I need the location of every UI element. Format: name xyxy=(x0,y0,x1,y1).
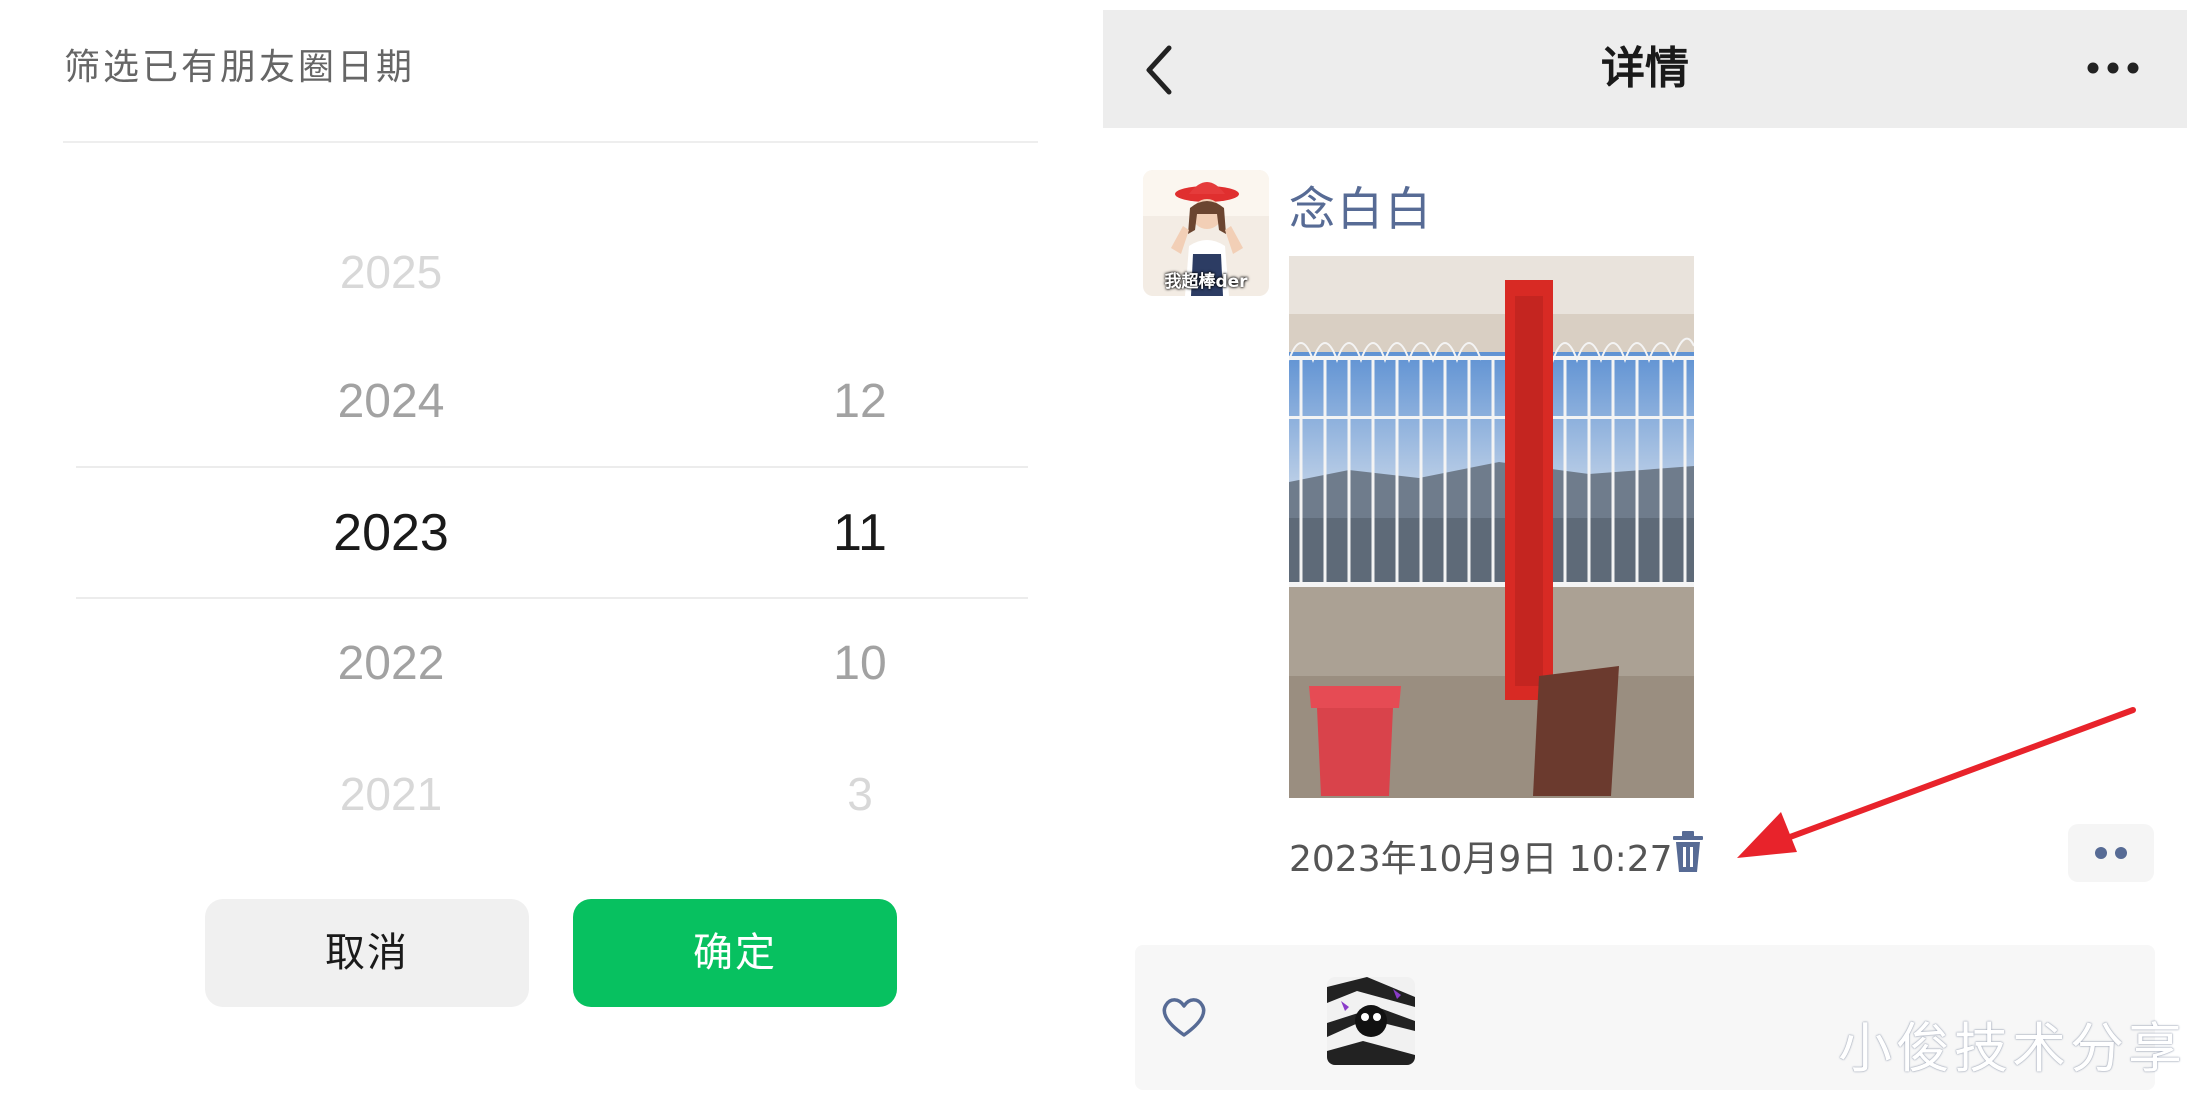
confirm-button[interactable]: 确定 xyxy=(573,899,897,1007)
post-photo[interactable] xyxy=(1289,256,1694,798)
watermark-text: 小俊技术分享 xyxy=(1838,1017,2186,1080)
cancel-button[interactable]: 取消 xyxy=(205,899,529,1007)
post-photo-image xyxy=(1289,256,1694,798)
picker-row: 2022 10 xyxy=(76,599,1028,729)
year-option[interactable]: 2024 xyxy=(256,337,526,467)
year-option[interactable]: 2022 xyxy=(256,599,526,729)
month-option[interactable]: 12 xyxy=(730,337,990,467)
detail-title: 详情 xyxy=(1601,43,1689,94)
more-dots-icon[interactable] xyxy=(2085,58,2141,78)
trash-icon[interactable] xyxy=(1669,830,1707,874)
back-chevron-icon[interactable] xyxy=(1139,40,1179,100)
liker-avatar[interactable] xyxy=(1327,977,1415,1065)
picker-row: 2021 3 xyxy=(76,729,1028,859)
liker-avatar-picture xyxy=(1327,977,1415,1065)
comment-menu-button[interactable] xyxy=(2068,824,2154,882)
author-name[interactable]: 念白白 xyxy=(1289,173,1433,239)
year-option[interactable]: 2021 xyxy=(256,729,526,859)
year-option[interactable]: 2025 xyxy=(256,207,526,337)
post-timestamp: 2023年10月9日 10:27 xyxy=(1289,839,1673,880)
date-filter-panel: 筛选已有朋友圈日期 2025 2024 12 2023 11 2022 10 2… xyxy=(0,0,1085,1100)
moment-detail-panel: 详情 我超棒der 念白白 2023年10月9日 10:27 xyxy=(1103,10,2190,1100)
month-option[interactable]: 3 xyxy=(730,729,990,859)
year-option-selected[interactable]: 2023 xyxy=(256,468,526,598)
menu-dots-icon xyxy=(2095,847,2127,859)
picker-row: 2024 12 xyxy=(76,337,1028,467)
detail-top-bar: 详情 xyxy=(1103,10,2187,128)
picker-row-selected: 2023 11 xyxy=(76,468,1028,598)
filter-divider xyxy=(63,141,1038,143)
author-avatar[interactable]: 我超棒der xyxy=(1143,170,1269,296)
filter-title: 筛选已有朋友圈日期 xyxy=(64,47,416,88)
month-option-selected[interactable]: 11 xyxy=(730,468,990,598)
avatar-caption: 我超棒der xyxy=(1164,272,1248,292)
picker-row: 2025 xyxy=(76,207,1028,337)
month-option[interactable]: 10 xyxy=(730,599,990,729)
heart-icon xyxy=(1162,998,1206,1037)
